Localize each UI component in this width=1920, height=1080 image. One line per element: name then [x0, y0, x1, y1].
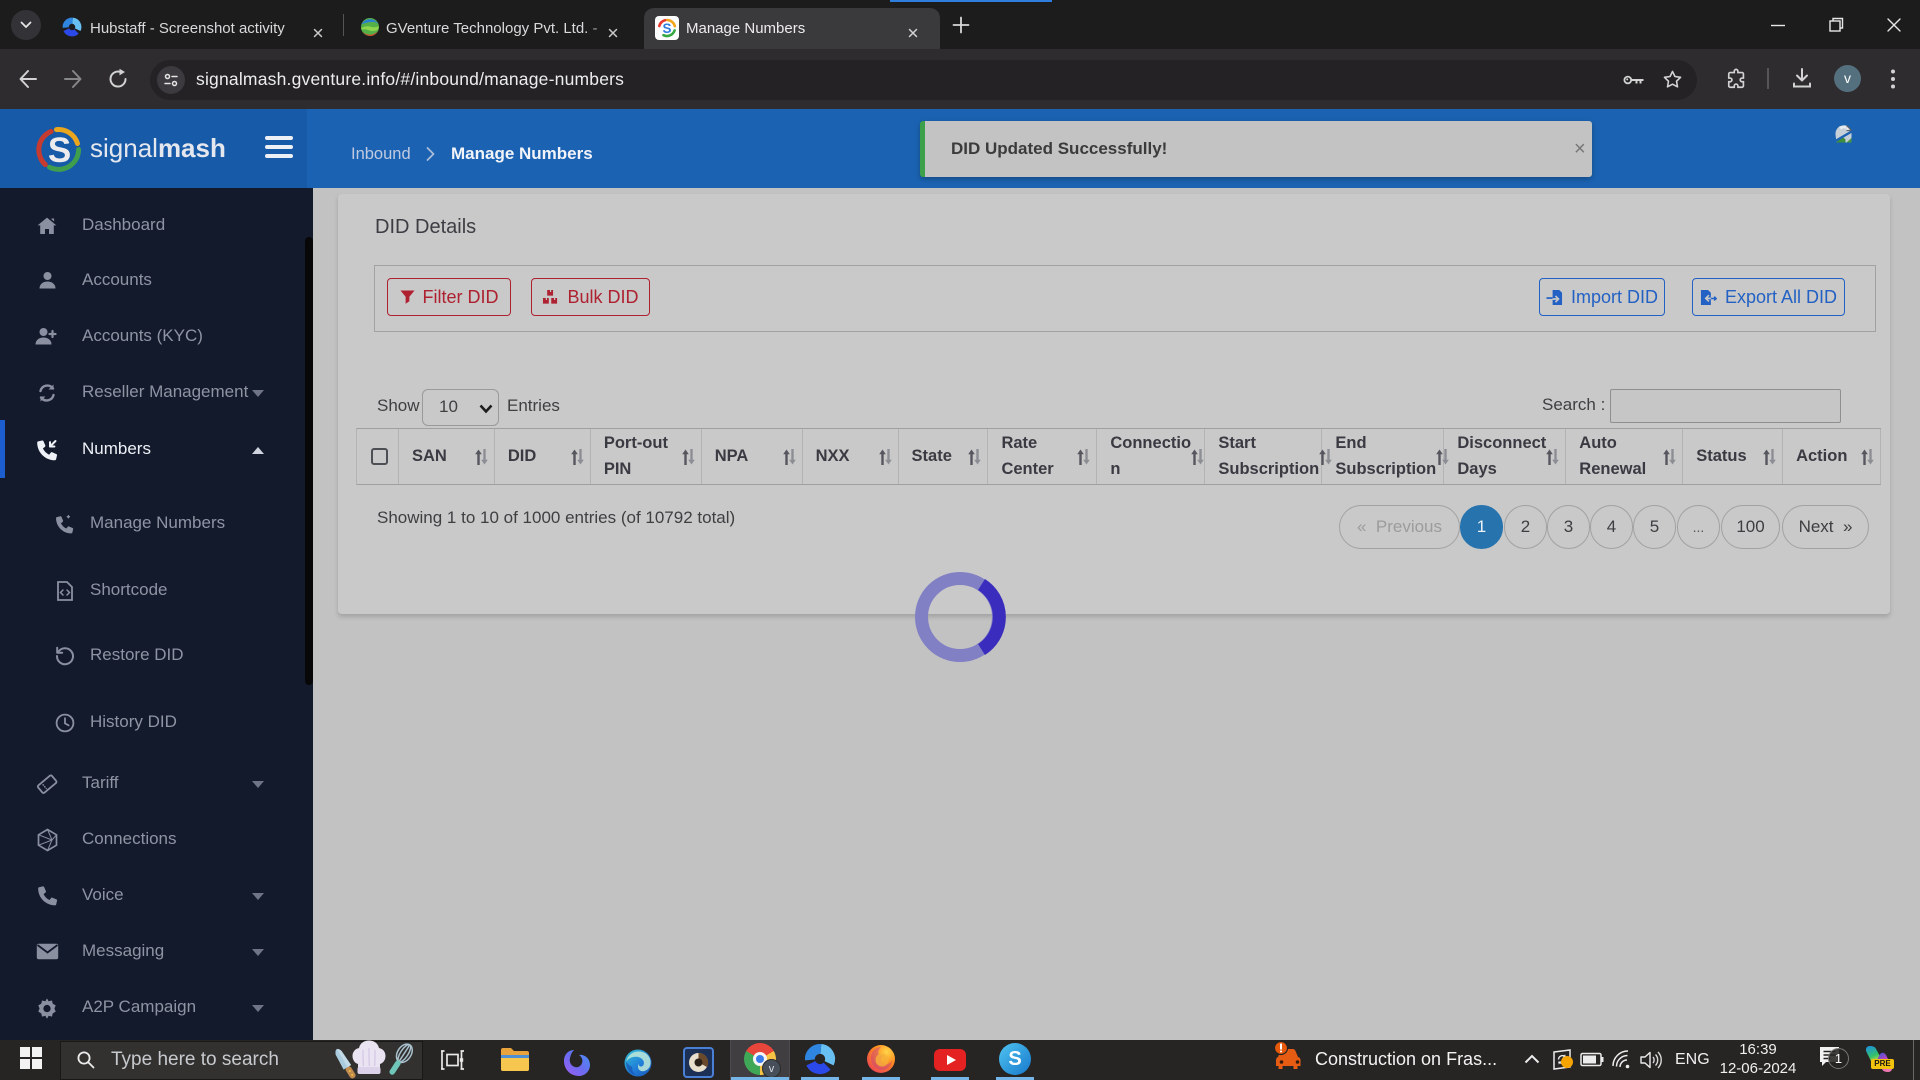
svg-text:S: S	[48, 131, 71, 170]
svg-text:S: S	[662, 21, 671, 36]
